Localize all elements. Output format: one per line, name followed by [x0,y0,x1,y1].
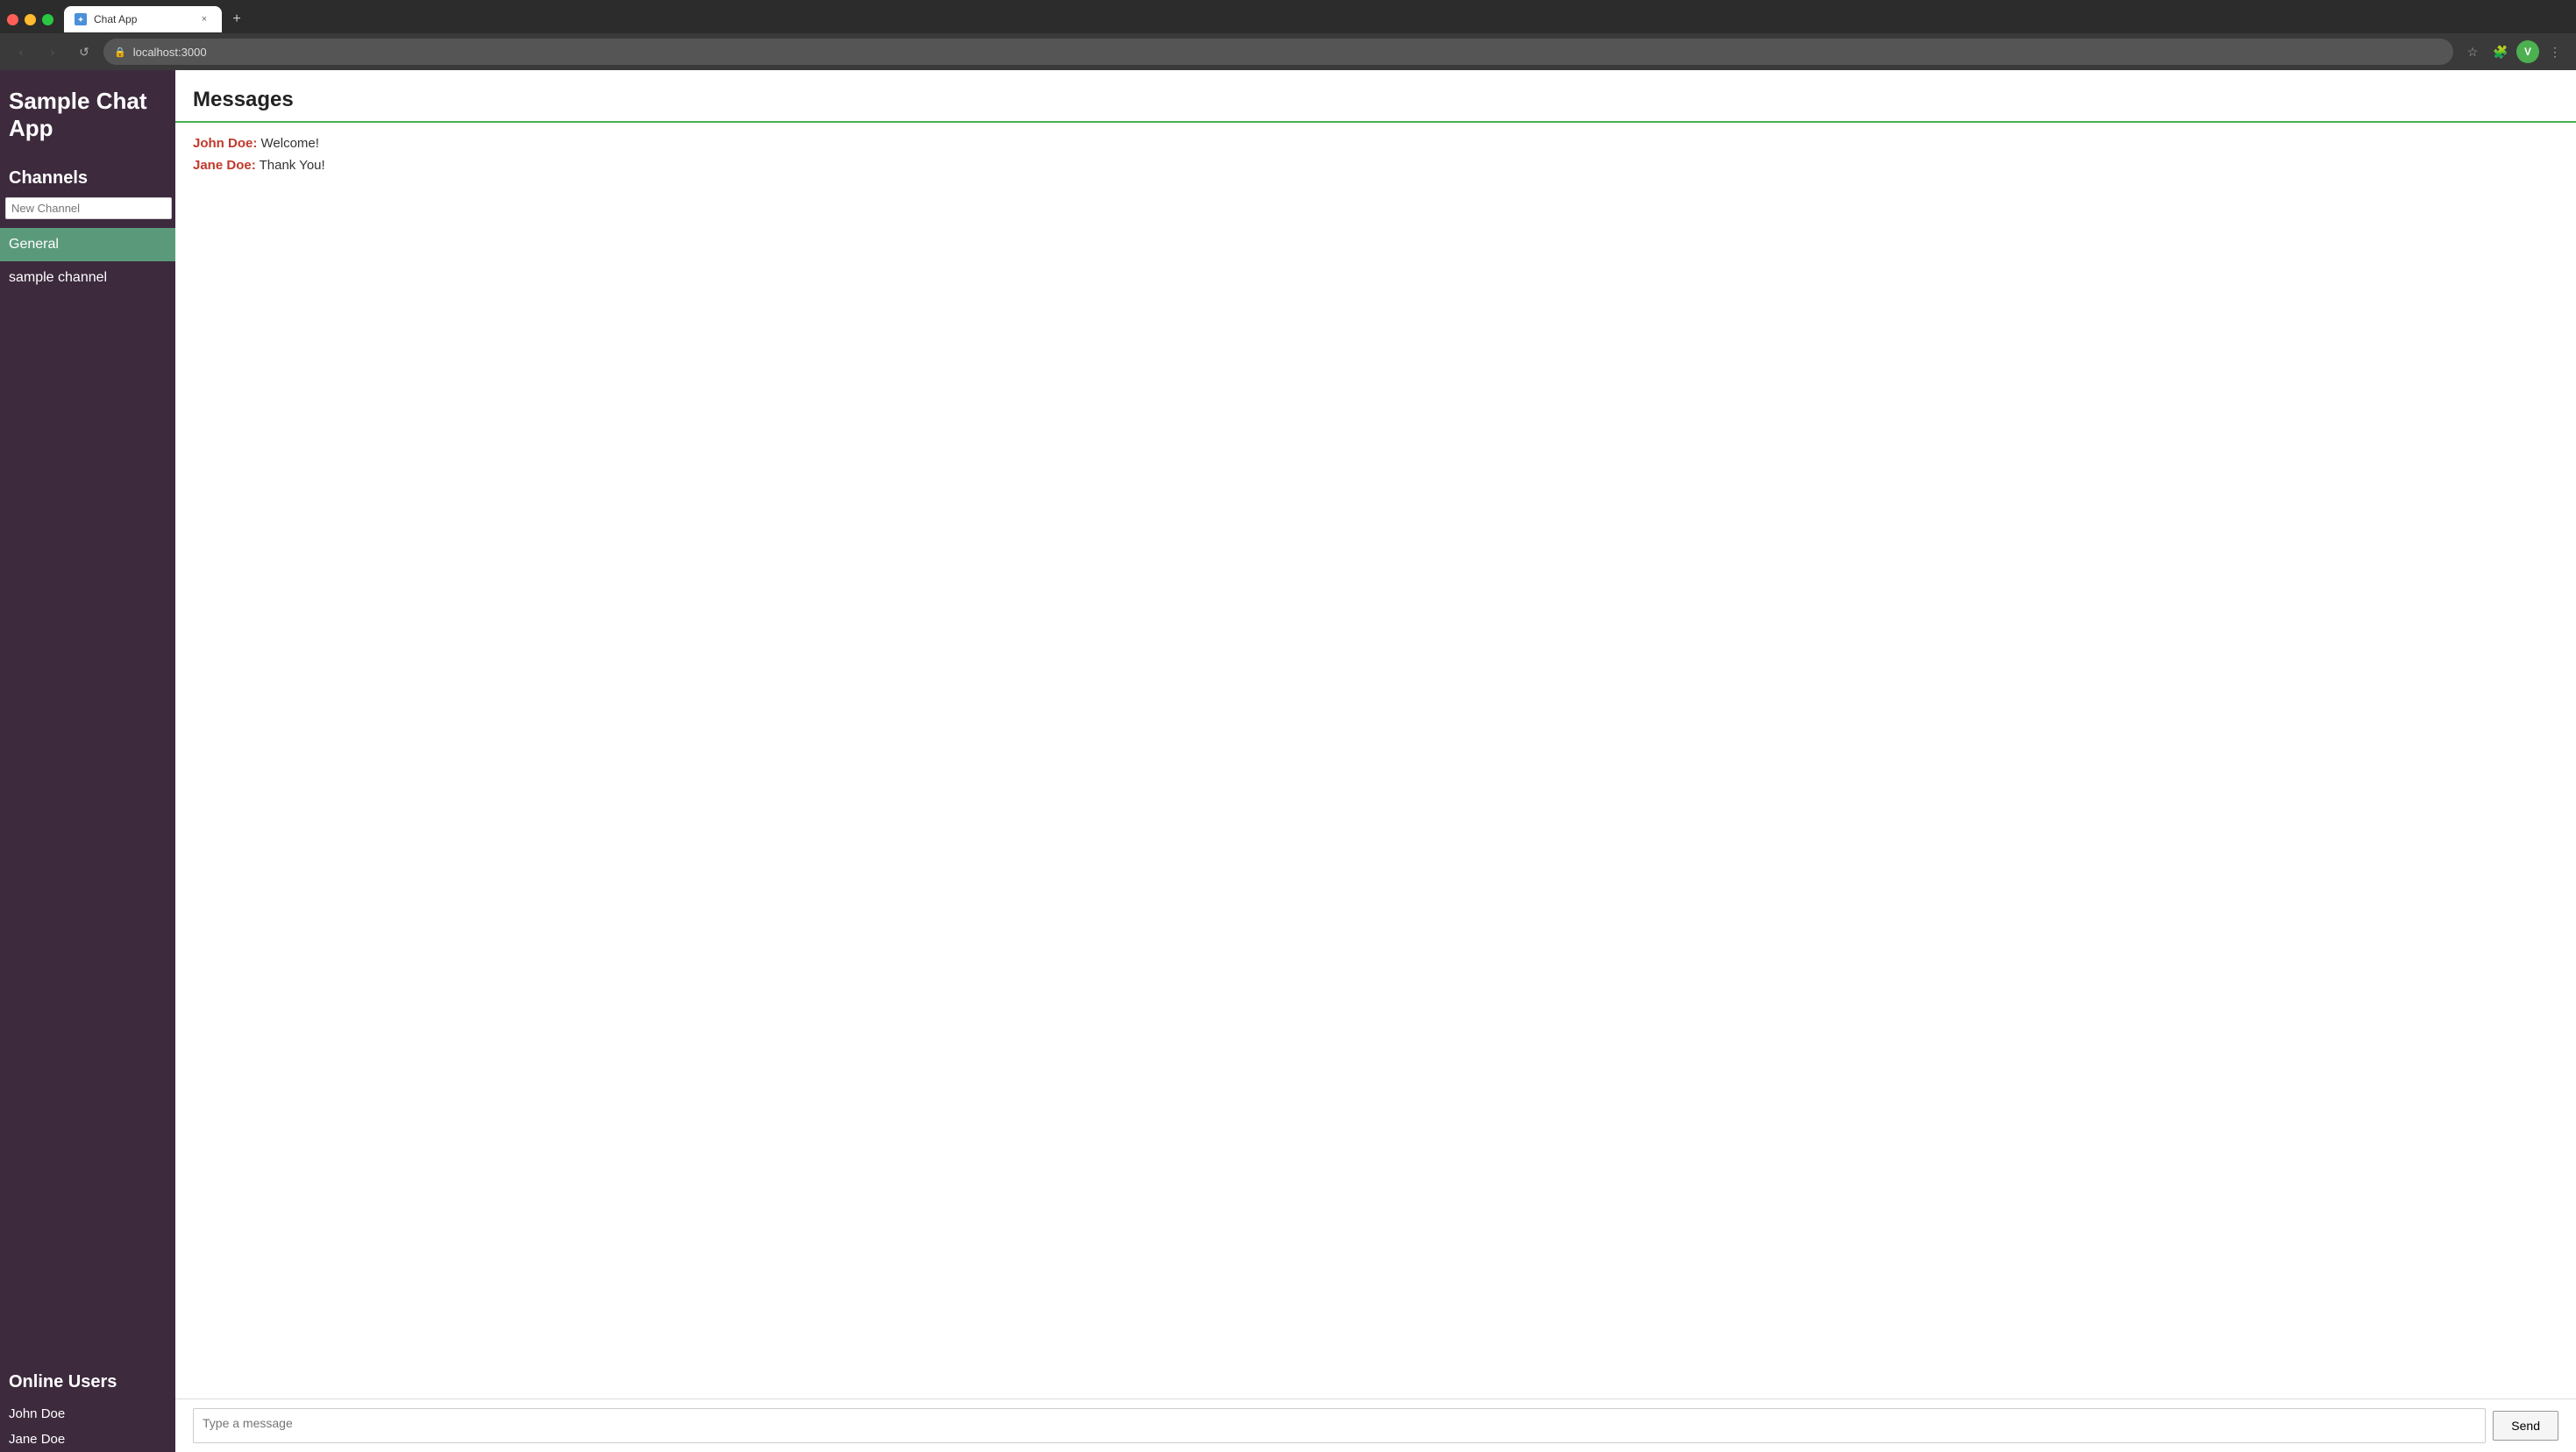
lock-icon: 🔒 [114,46,126,58]
tab-close-button[interactable]: × [197,12,211,26]
messages-title: Messages [193,88,2558,112]
message-text: Welcome! [257,136,319,151]
message-item: John Doe: Welcome! [193,136,2558,151]
message-text: Thank You! [256,158,325,173]
online-users-title: Online Users [0,1363,175,1401]
maximize-window-button[interactable] [42,14,53,25]
back-button[interactable]: ‹ [9,39,33,64]
reload-button[interactable]: ↺ [72,39,96,64]
message-sender: Jane Doe: [193,158,256,173]
sidebar: Sample Chat App Channels Create Generals… [0,70,175,1452]
extensions-button[interactable]: 🧩 [2488,39,2513,64]
user-item: John Doe [0,1401,175,1427]
forward-button[interactable]: › [40,39,65,64]
tab-favicon: ✦ [75,13,87,25]
browser-tab[interactable]: ✦ Chat App × [64,6,222,32]
address-bar-row: ‹ › ↺ 🔒 localhost:3000 ☆ 🧩 V ⋮ [0,33,2576,70]
close-window-button[interactable] [7,14,18,25]
window-controls [7,14,53,25]
message-sender: John Doe: [193,136,257,151]
app-title: Sample Chat App [0,70,175,160]
user-item: Jane Doe [0,1427,175,1452]
bookmark-button[interactable]: ☆ [2460,39,2485,64]
new-channel-input[interactable] [5,197,172,219]
messages-list: John Doe: Welcome!Jane Doe: Thank You! [175,123,2576,1399]
channel-item[interactable]: sample channel [0,261,175,295]
online-users-section: Online Users John DoeJane Doe [0,1346,175,1452]
address-bar[interactable]: 🔒 localhost:3000 [103,39,2453,65]
channels-section-title: Channels [0,160,175,197]
channel-item[interactable]: General [0,228,175,261]
browser-chrome: ✦ Chat App × + ‹ › ↺ 🔒 localhost:3000 ☆ … [0,0,2576,70]
messages-header: Messages [175,70,2576,123]
users-list: John DoeJane Doe [0,1401,175,1452]
tab-title: Chat App [94,13,190,25]
menu-button[interactable]: ⋮ [2543,39,2567,64]
profile-button[interactable]: V [2516,40,2539,63]
new-channel-row: Create [0,197,175,228]
url-text: localhost:3000 [133,46,207,59]
app-container: Sample Chat App Channels Create Generals… [0,70,2576,1452]
browser-actions: ☆ 🧩 V ⋮ [2460,39,2567,64]
new-tab-button[interactable]: + [225,8,248,31]
minimize-window-button[interactable] [25,14,36,25]
channels-list: Generalsample channel [0,228,175,295]
message-input-row: Send [175,1399,2576,1452]
main-content: Messages John Doe: Welcome!Jane Doe: Tha… [175,70,2576,1452]
message-item: Jane Doe: Thank You! [193,158,2558,173]
message-input[interactable] [193,1408,2486,1443]
send-button[interactable]: Send [2493,1411,2558,1441]
tab-bar: ✦ Chat App × + [0,0,2576,33]
